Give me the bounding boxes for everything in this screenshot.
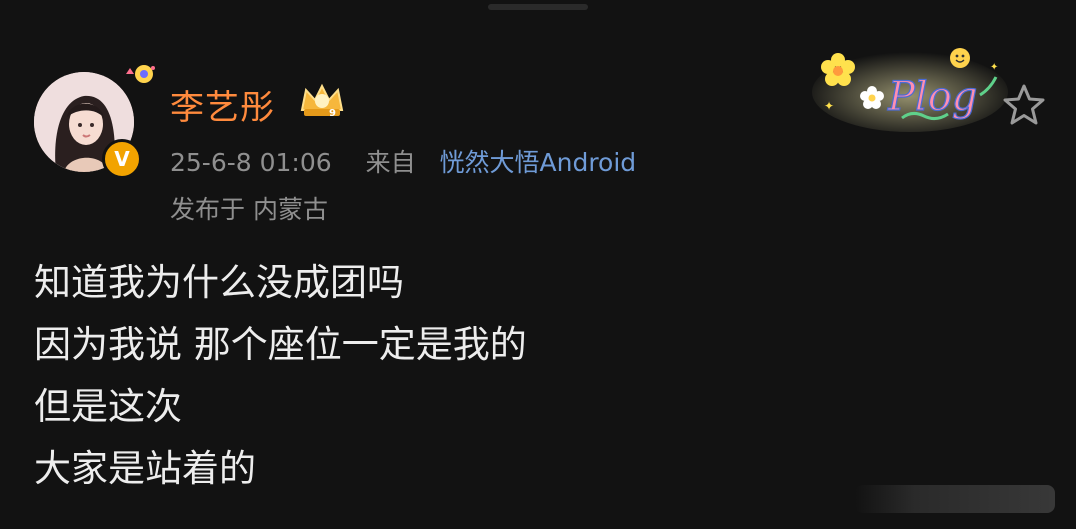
post-content: 知道我为什么没成团吗 因为我说 那个座位一定是我的 但是这次 大家是站着的 <box>34 252 527 500</box>
content-line: 知道我为什么没成团吗 <box>34 261 404 304</box>
crown-level: 9 <box>329 108 336 119</box>
location-text: 发布于 内蒙古 <box>170 195 328 224</box>
verified-badge-icon: V <box>102 139 142 179</box>
from-label: 来自 <box>365 148 416 177</box>
username[interactable]: 李艺彤 <box>170 80 275 129</box>
vip-crown-icon[interactable]: 9 <box>298 80 346 124</box>
source-link[interactable]: 恍然大悟Android <box>440 148 637 177</box>
post-meta: 25-6-8 01:06 来自 恍然大悟Android <box>170 143 636 179</box>
watermark <box>855 485 1055 513</box>
star-icon[interactable] <box>1000 82 1048 132</box>
plog-sticker-icon[interactable]: Plog ✦ ✦ <box>810 40 1010 139</box>
content-line: 因为我说 那个座位一定是我的 <box>34 323 527 366</box>
content-line: 大家是站着的 <box>34 447 256 490</box>
svg-text:✦: ✦ <box>824 99 834 113</box>
drag-handle[interactable] <box>488 4 588 10</box>
content-line: 但是这次 <box>34 385 182 428</box>
avatar-decoration-icon <box>120 60 160 94</box>
avatar[interactable]: V <box>34 65 155 179</box>
timestamp: 25-6-8 01:06 <box>170 148 332 177</box>
svg-text:✦: ✦ <box>990 62 998 73</box>
plog-text: Plog <box>887 74 977 120</box>
